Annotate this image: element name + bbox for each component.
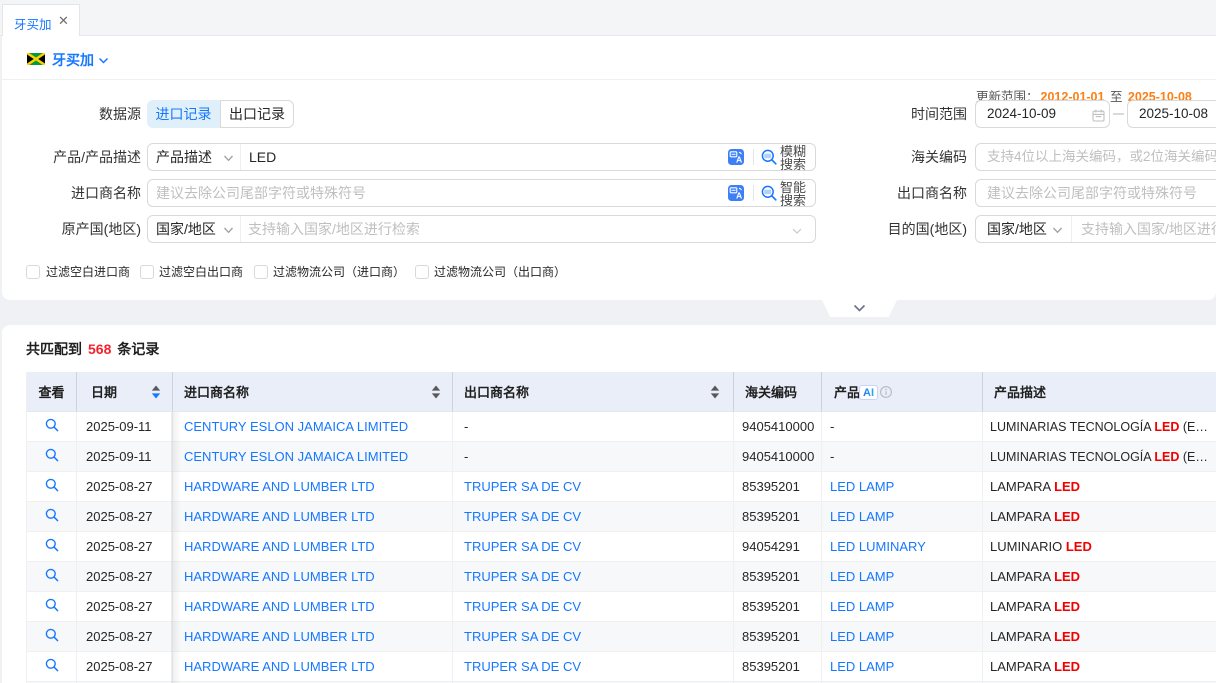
- svg-text:A: A: [736, 190, 742, 200]
- svg-text:A: A: [736, 154, 742, 164]
